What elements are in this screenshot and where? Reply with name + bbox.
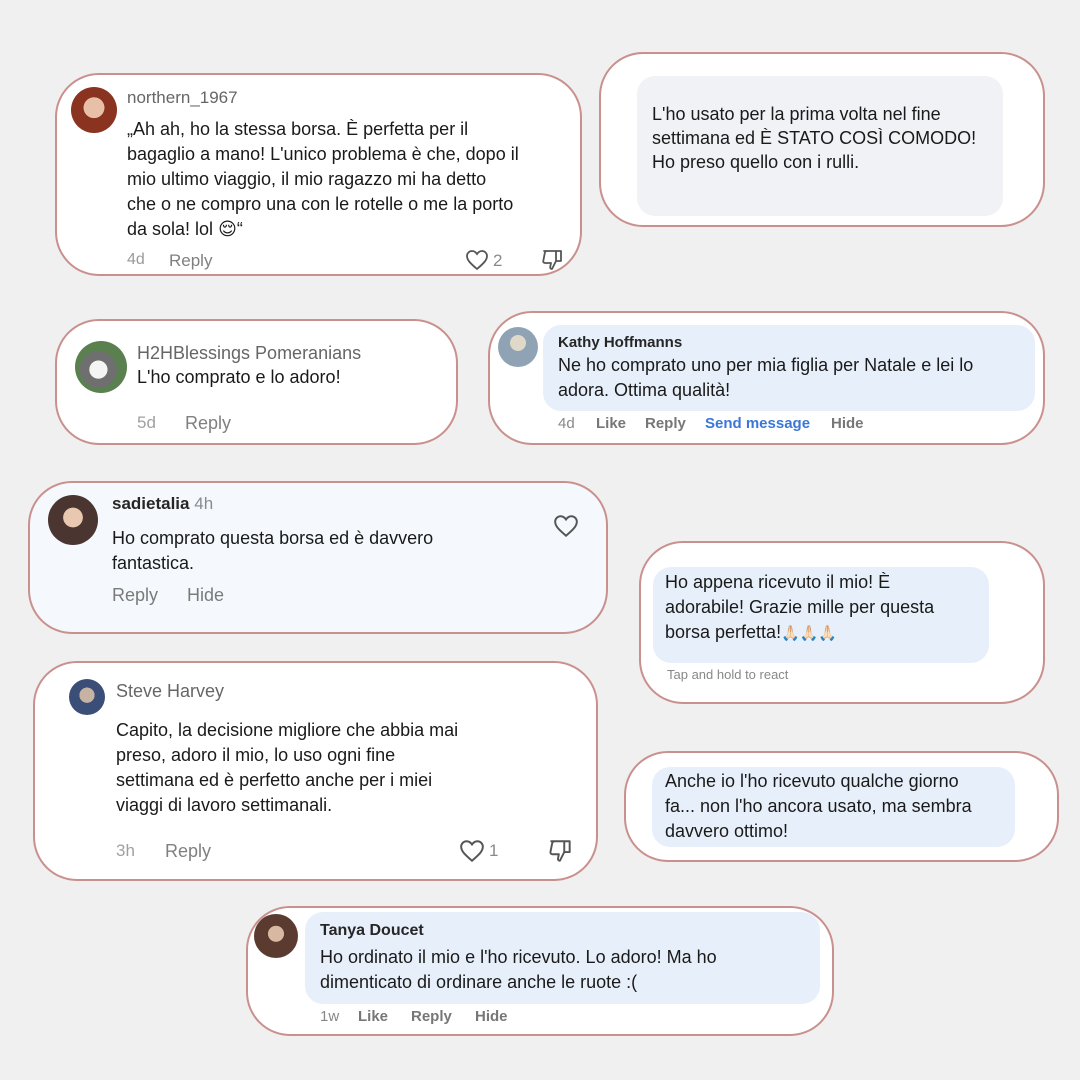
comment-card-appena: Ho appena ricevuto il mio! È adorabile! …: [639, 541, 1045, 704]
avatar[interactable]: [69, 679, 105, 715]
comment-line: davvero ottimo!: [665, 821, 789, 841]
comment-text: „Ah ah, ho la stessa borsa. È perfetta p…: [127, 117, 567, 242]
comment-line: mio ultimo viaggio, il mio ragazzo mi ha…: [127, 169, 487, 189]
comment-card-ancheio: Anche io l'ho ricevuto qualche giorno fa…: [624, 751, 1059, 862]
comment-text: L'ho comprato e lo adoro!: [137, 367, 341, 387]
reply-button[interactable]: Reply: [185, 413, 231, 434]
comment-username[interactable]: sadietalia: [112, 494, 190, 513]
comment-card-sadietalia: sadietalia 4h Ho comprato questa borsa e…: [28, 481, 608, 634]
comment-line: Anche io l'ho ricevuto qualche giorno: [665, 771, 959, 791]
comment-line: preso, adoro il mio, lo uso ogni fine: [116, 745, 396, 765]
reply-button[interactable]: Reply: [169, 251, 212, 271]
comment-line: L'ho usato per la prima volta nel fine: [652, 104, 941, 124]
comment-text: Capito, la decisione migliore che abbia …: [116, 718, 536, 818]
comment-time: 4h: [194, 494, 214, 513]
comment-line: settimana ed è perfetto anche per i miei: [116, 770, 433, 790]
comment-time: 4d: [558, 415, 575, 432]
comment-line: Ho ordinato il mio e l'ho ricevuto. Lo a…: [320, 947, 717, 967]
comment-line: dimenticato di ordinare anche le ruote :…: [320, 972, 638, 992]
emoji: 🙏🏻🙏🏻🙏🏻: [781, 625, 838, 642]
comment-username[interactable]: Tanya Doucet: [320, 922, 424, 940]
comment-line: borsa perfetta!🙏🏻🙏🏻🙏🏻: [665, 620, 985, 646]
comment-line: che o ne compro una con le rotelle o me …: [127, 194, 514, 214]
avatar[interactable]: [75, 341, 127, 393]
comment-text: Anche io l'ho ricevuto qualche giorno fa…: [665, 769, 1015, 844]
comment-text: L'ho usato per la prima volta nel fine s…: [652, 102, 992, 174]
react-hint: Tap and hold to react: [667, 667, 789, 682]
comment-card-northern: northern_1967 „Ah ah, ho la stessa borsa…: [55, 73, 582, 276]
comment-header: sadietalia 4h: [112, 494, 213, 514]
avatar[interactable]: [48, 495, 98, 545]
avatar[interactable]: [71, 87, 117, 133]
hide-button[interactable]: Hide: [831, 415, 864, 432]
comment-card-tanya: Tanya Doucet Ho ordinato il mio e l'ho r…: [246, 906, 834, 1036]
hide-button[interactable]: Hide: [187, 585, 224, 606]
comment-line: Ne ho comprato uno per mia figlia per Na…: [558, 355, 974, 375]
comment-line: da sola! lol 😌“: [127, 217, 567, 242]
comment-line: adorabile! Grazie mille per questa: [665, 597, 935, 617]
comment-line: fantastica.: [112, 553, 195, 573]
comment-time: 1w: [320, 1008, 340, 1025]
reply-button[interactable]: Reply: [411, 1008, 452, 1025]
comment-card-rulli: L'ho usato per la prima volta nel fine s…: [599, 52, 1045, 227]
comment-username[interactable]: H2HBlessings Pomeranians: [137, 343, 361, 364]
like-count: 2: [493, 251, 503, 270]
comment-line-text: borsa perfetta!: [665, 622, 782, 642]
comment-line: Capito, la decisione migliore che abbia …: [116, 720, 459, 740]
comment-time: 4d: [127, 251, 145, 268]
comment-username[interactable]: northern_1967: [127, 88, 238, 108]
comment-line: Ho comprato questa borsa ed è davvero: [112, 528, 434, 548]
comment-line: Ho appena ricevuto il mio! È: [665, 572, 891, 592]
dislike-icon[interactable]: [548, 838, 574, 864]
comment-username[interactable]: Kathy Hoffmanns: [558, 334, 682, 351]
heart-icon[interactable]: [459, 839, 485, 863]
reply-button[interactable]: Reply: [645, 415, 686, 432]
like-button[interactable]: Like: [596, 415, 626, 432]
hide-button[interactable]: Hide: [475, 1008, 508, 1025]
comment-line: fa... non l'ho ancora usato, ma sembra: [665, 796, 972, 816]
avatar[interactable]: [254, 914, 298, 958]
like-button[interactable]: Like: [358, 1008, 388, 1025]
comment-text: Ho ordinato il mio e l'ho ricevuto. Lo a…: [320, 945, 815, 995]
send-message-link[interactable]: Send message: [705, 415, 810, 432]
comment-card-kathy: Kathy Hoffmanns Ne ho comprato uno per m…: [488, 311, 1045, 445]
reply-button[interactable]: Reply: [165, 841, 211, 862]
emoji: 😌: [218, 219, 237, 239]
comment-line: „Ah ah, ho la stessa borsa. È perfetta p…: [127, 119, 469, 139]
comment-line-text: da sola! lol: [127, 219, 214, 239]
comment-line: bagaglio a mano! L'unico problema è che,…: [127, 144, 519, 164]
avatar[interactable]: [498, 327, 538, 367]
closing-quote: “: [236, 219, 243, 239]
comment-line: Ho preso quello con i rulli.: [652, 152, 860, 172]
comment-card-h2hblessings: H2HBlessings Pomeranians L'ho comprato e…: [55, 319, 458, 445]
comment-line: adora. Ottima qualità!: [558, 380, 731, 400]
comment-text: Ne ho comprato uno per mia figlia per Na…: [558, 353, 1028, 403]
comment-time: 5d: [137, 413, 156, 432]
comment-text: Ho comprato questa borsa ed è davvero fa…: [112, 526, 532, 576]
reply-button[interactable]: Reply: [112, 585, 158, 606]
comment-username[interactable]: Steve Harvey: [116, 681, 224, 702]
comment-time: 3h: [116, 841, 135, 860]
heart-icon[interactable]: [553, 514, 579, 538]
like-count: 1: [489, 841, 499, 860]
dislike-icon[interactable]: [541, 248, 565, 272]
comment-text: Ho appena ricevuto il mio! È adorabile! …: [665, 570, 985, 646]
comment-line: settimana ed È STATO COSÌ COMODO!: [652, 128, 977, 148]
comment-card-steve: Steve Harvey Capito, la decisione miglio…: [33, 661, 598, 881]
heart-icon[interactable]: [465, 249, 489, 271]
comment-line: viaggi di lavoro settimanali.: [116, 795, 333, 815]
